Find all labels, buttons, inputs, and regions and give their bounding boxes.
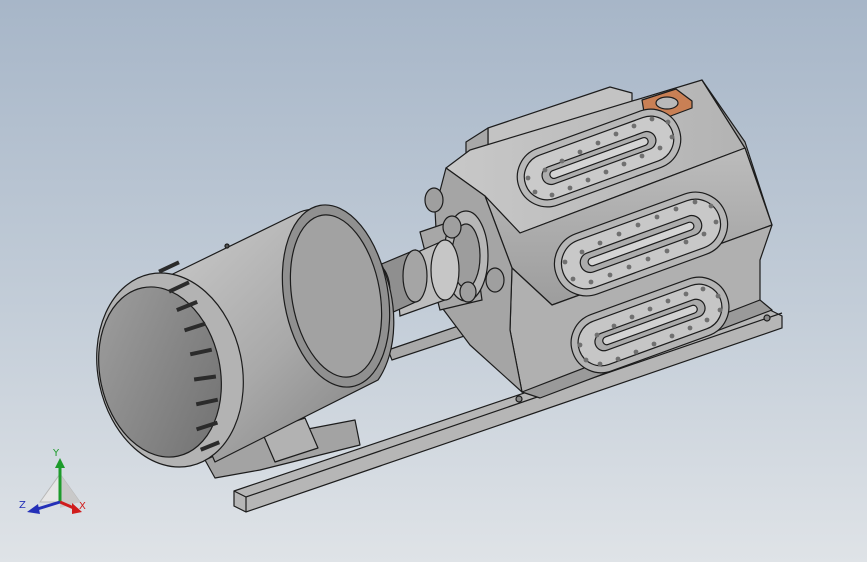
z-axis-arrow-icon: [27, 500, 61, 514]
triad-x-label: X: [79, 501, 86, 512]
assembly-model[interactable]: [0, 0, 867, 562]
motor-icon: [96, 204, 395, 479]
graphics-viewport[interactable]: Y X Z: [0, 0, 867, 562]
triad-z-label: Z: [19, 500, 26, 511]
triad-y-label: Y: [53, 448, 60, 459]
